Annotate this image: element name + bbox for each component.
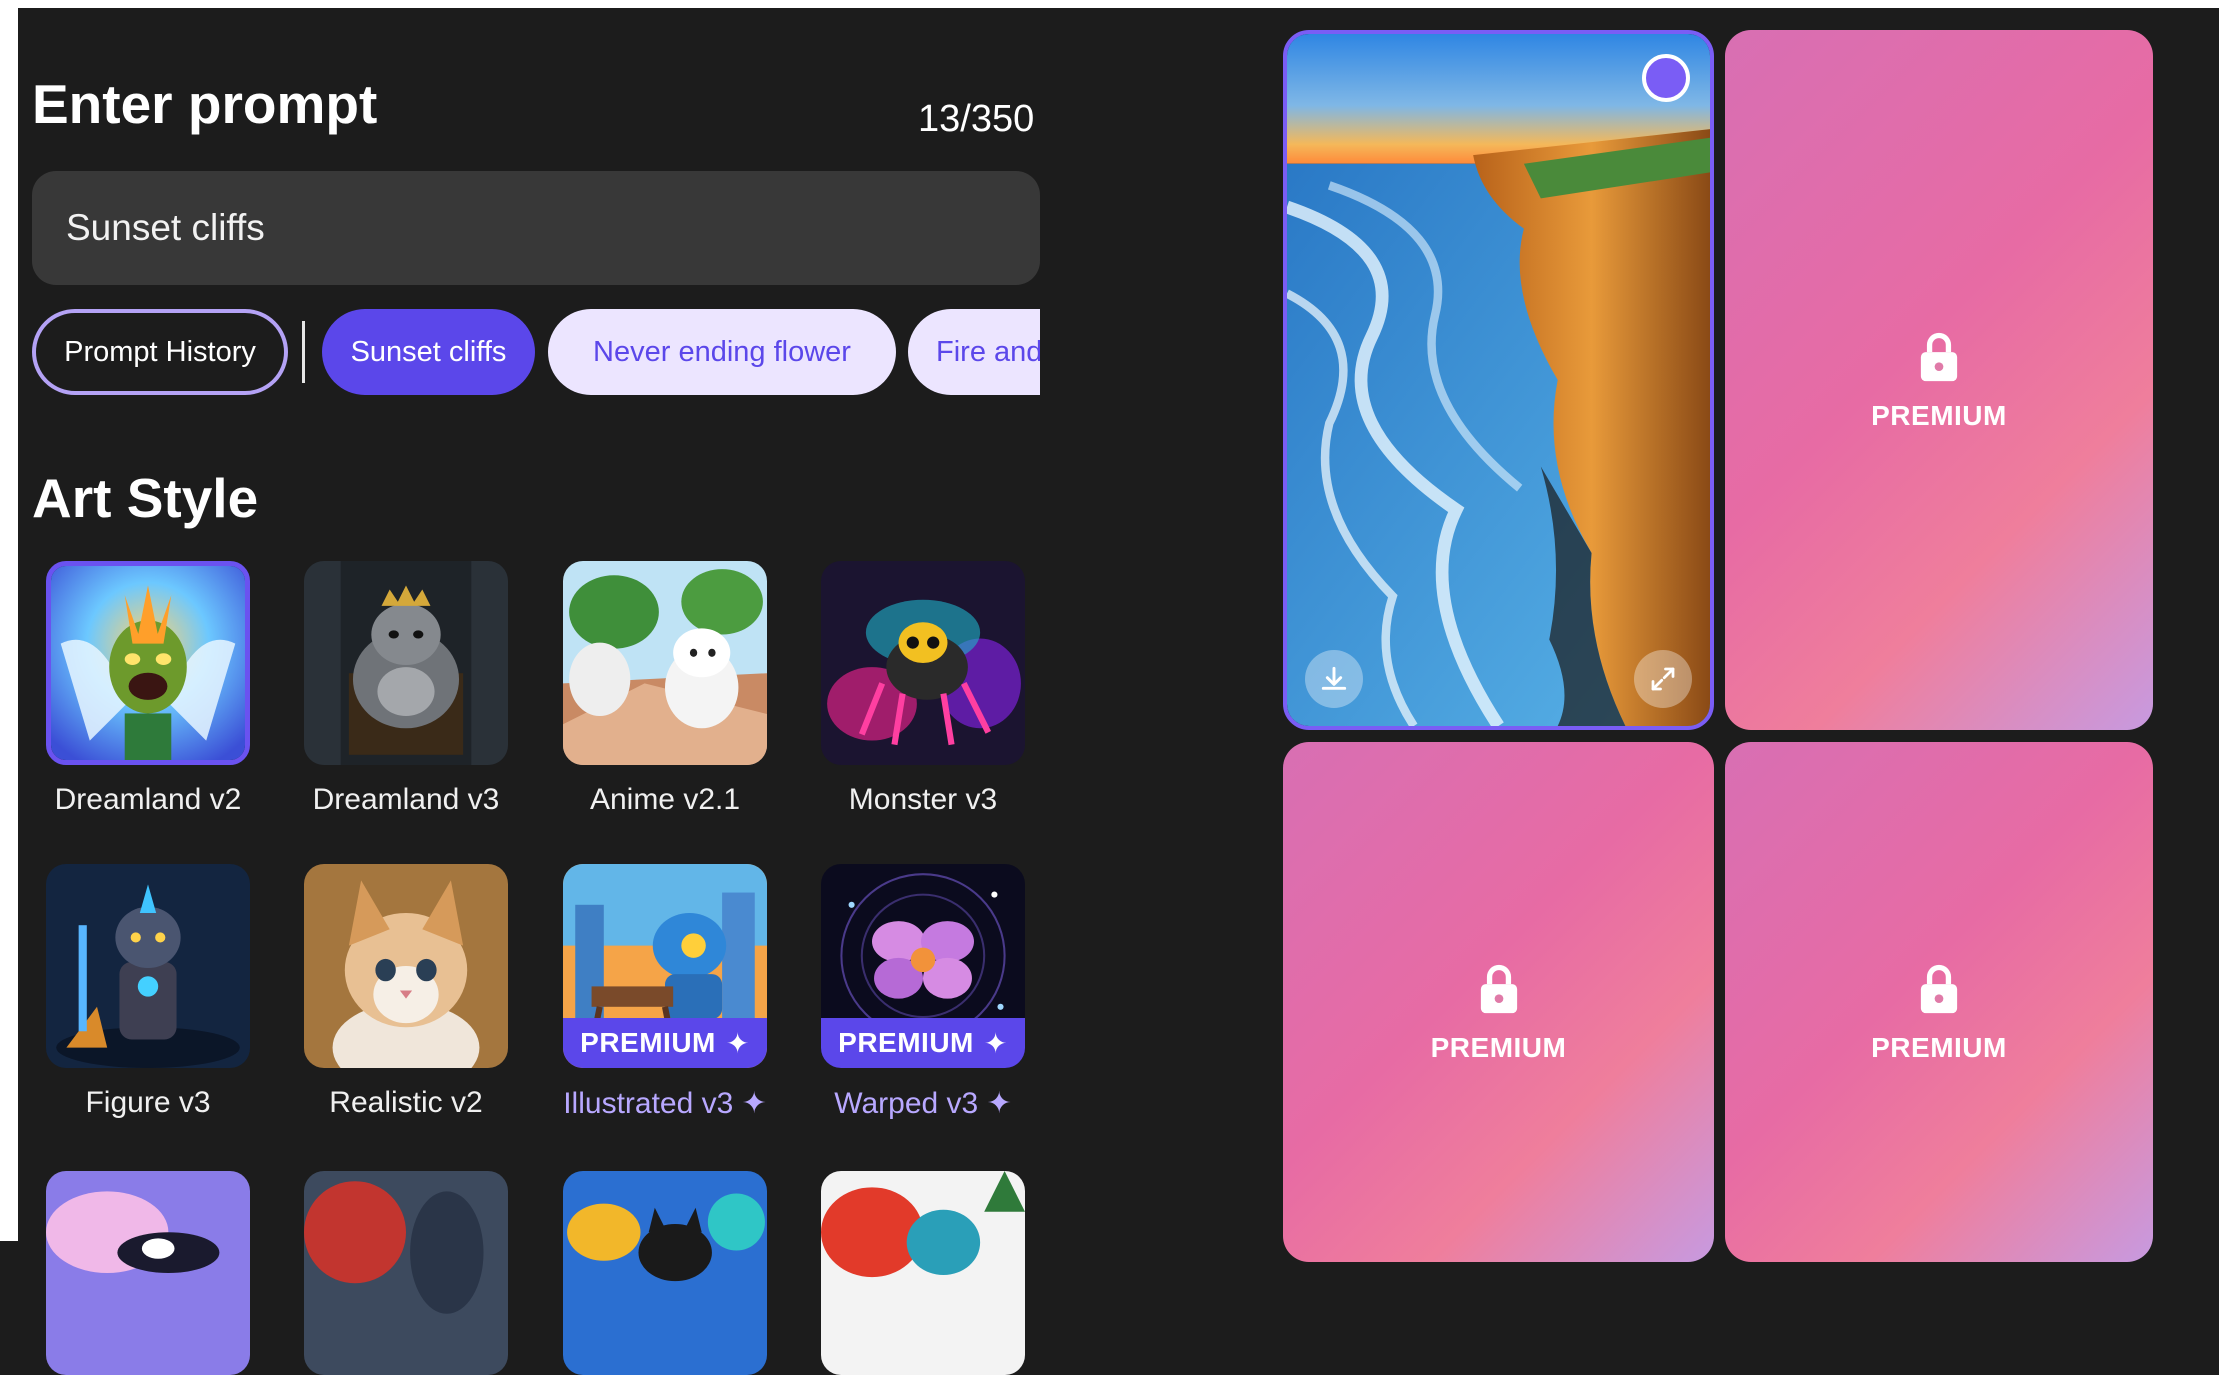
chip-fire-and-w[interactable]: Fire and w bbox=[908, 309, 1040, 395]
prompt-chips: Prompt History Sunset cliffs Never endin… bbox=[32, 309, 1040, 395]
locked-label: PREMIUM bbox=[1430, 1032, 1567, 1063]
style-label: Dreamland v3 bbox=[312, 783, 500, 816]
style-tile-partial[interactable] bbox=[304, 1171, 508, 1375]
style-thumbnail bbox=[821, 1171, 1025, 1375]
prompt-input[interactable]: Sunset cliffs bbox=[32, 171, 1040, 285]
style-dreamland-v2[interactable]: Dreamland v2 bbox=[46, 561, 250, 816]
style-thumbnail bbox=[46, 864, 250, 1068]
art-style-title: Art Style bbox=[32, 467, 259, 529]
style-tile-partial[interactable] bbox=[563, 1171, 767, 1375]
style-label: Dreamland v2 bbox=[54, 783, 242, 816]
style-label: Realistic v2 bbox=[329, 1086, 483, 1119]
prompt-history-button[interactable]: Prompt History bbox=[32, 309, 288, 395]
locked-label: PREMIUM bbox=[1871, 400, 2007, 431]
download-icon[interactable] bbox=[1305, 650, 1363, 708]
generated-image bbox=[1287, 34, 1710, 726]
style-thumbnail: PREMIUM ✦ bbox=[563, 864, 767, 1068]
style-label: Monster v3 bbox=[848, 783, 998, 816]
lock-icon bbox=[1480, 964, 1517, 1014]
chip-never-ending-flower[interactable]: Never ending flower bbox=[548, 309, 896, 395]
style-label: Warped v3 ✦ bbox=[834, 1087, 1012, 1120]
premium-badge: PREMIUM ✦ bbox=[821, 1018, 1025, 1068]
sparkle-icon: ✦ bbox=[725, 1027, 750, 1059]
style-thumbnail bbox=[563, 1171, 767, 1375]
style-thumbnail bbox=[304, 1171, 508, 1375]
top-edge bbox=[0, 0, 2219, 8]
left-edge bbox=[0, 0, 18, 1241]
lock-icon bbox=[1920, 964, 1958, 1014]
style-thumbnail: PREMIUM ✦ bbox=[821, 864, 1025, 1068]
premium-badge-label: PREMIUM bbox=[580, 1027, 716, 1058]
expand-icon[interactable] bbox=[1634, 650, 1692, 708]
style-label: Illustrated v3 ✦ bbox=[563, 1087, 767, 1120]
page-title: Enter prompt bbox=[32, 73, 378, 135]
style-monster-v3[interactable]: Monster v3 bbox=[821, 561, 1025, 816]
style-label: Figure v3 bbox=[85, 1086, 211, 1119]
sparkle-icon: ✦ bbox=[983, 1027, 1008, 1059]
premium-badge-label: PREMIUM bbox=[838, 1027, 974, 1058]
locked-result-card[interactable]: PREMIUM bbox=[1725, 30, 2153, 730]
locked-result-card[interactable]: PREMIUM bbox=[1283, 742, 1714, 1262]
style-thumbnail bbox=[821, 561, 1025, 765]
character-counter: 13/350 bbox=[918, 98, 1035, 140]
generated-image-card[interactable] bbox=[1283, 30, 1714, 730]
locked-label: PREMIUM bbox=[1871, 1032, 2007, 1063]
style-tile-partial[interactable] bbox=[821, 1171, 1025, 1375]
style-warped-v3[interactable]: PREMIUM ✦ Warped v3 ✦ bbox=[821, 864, 1025, 1120]
select-indicator[interactable] bbox=[1642, 54, 1690, 102]
style-dreamland-v3[interactable]: Dreamland v3 bbox=[304, 561, 508, 816]
style-realistic-v2[interactable]: Realistic v2 bbox=[304, 864, 508, 1119]
lock-icon bbox=[1920, 332, 1958, 382]
style-tile-partial[interactable] bbox=[46, 1171, 250, 1375]
style-thumbnail bbox=[46, 561, 250, 765]
chip-sunset-cliffs[interactable]: Sunset cliffs bbox=[322, 309, 535, 395]
chip-divider bbox=[302, 321, 305, 383]
style-illustrated-v3[interactable]: PREMIUM ✦ Illustrated v3 ✦ bbox=[563, 864, 767, 1120]
style-thumbnail bbox=[304, 561, 508, 765]
style-figure-v3[interactable]: Figure v3 bbox=[46, 864, 250, 1119]
style-anime-v2-1[interactable]: Anime v2.1 bbox=[563, 561, 767, 816]
style-thumbnail bbox=[304, 864, 508, 1068]
locked-result-card[interactable]: PREMIUM bbox=[1725, 742, 2153, 1262]
premium-badge: PREMIUM ✦ bbox=[563, 1018, 767, 1068]
style-thumbnail bbox=[46, 1171, 250, 1375]
style-thumbnail bbox=[563, 561, 767, 765]
style-label: Anime v2.1 bbox=[589, 783, 741, 816]
prompt-input-value: Sunset cliffs bbox=[66, 207, 265, 248]
